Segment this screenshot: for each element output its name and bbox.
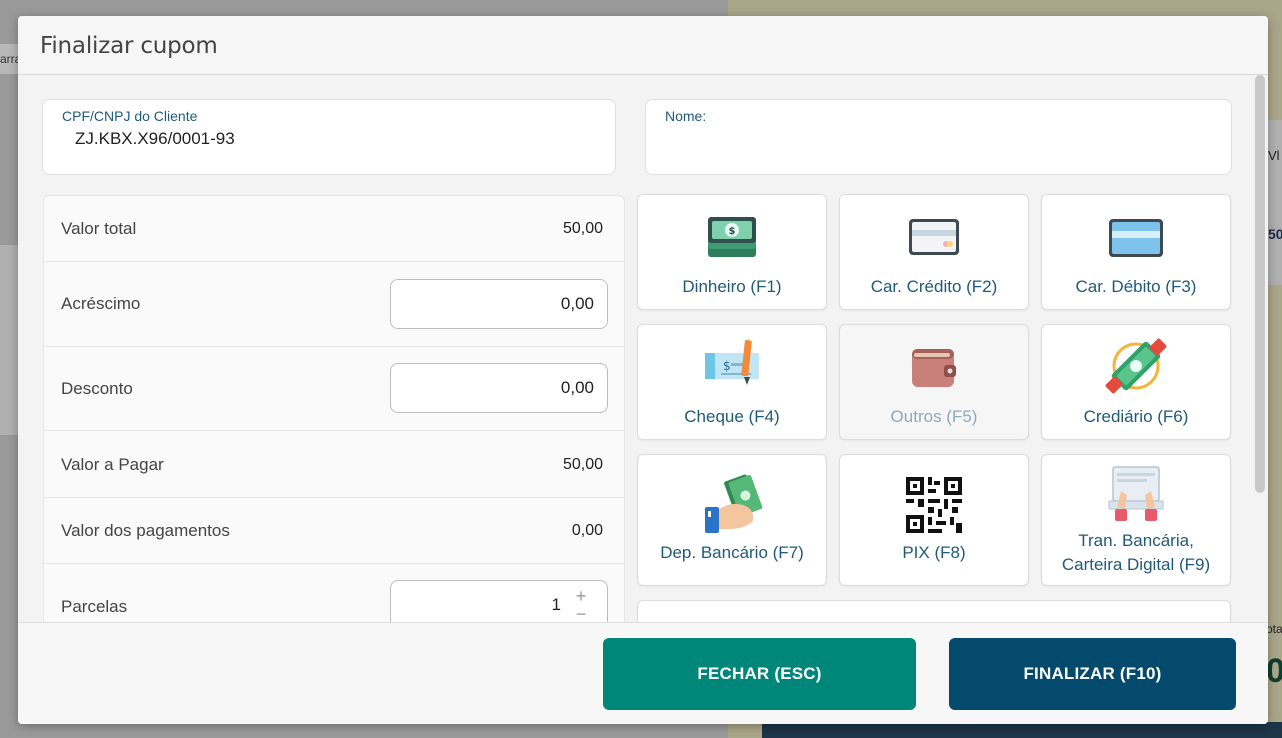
payment-crediario-button[interactable]: Crediário (F6): [1041, 324, 1231, 440]
valor-total-row: Valor total 50,00: [44, 196, 624, 262]
dialog-title: Finalizar cupom: [40, 33, 218, 59]
qr-code-icon: [904, 475, 964, 540]
svg-text:$: $: [723, 359, 731, 373]
acrescimo-input[interactable]: 0,00: [390, 279, 608, 329]
payment-pix-button[interactable]: PIX (F8): [839, 454, 1029, 586]
finish-button[interactable]: FINALIZAR (F10): [949, 638, 1236, 710]
payment-deposito-button[interactable]: Dep. Bancário (F7): [637, 454, 827, 586]
payment-credito-button[interactable]: Car. Crédito (F2): [839, 194, 1029, 310]
payment-transferencia-label-line1: Tran. Bancária,: [1078, 531, 1194, 550]
dialog-body: CPF/CNPJ do Cliente ZJ.KBX.X96/0001-93 N…: [18, 75, 1268, 622]
payment-cheque-button[interactable]: $ Cheque (F4): [637, 324, 827, 440]
payment-extra-row: [637, 600, 1231, 622]
valor-pagamentos-value: 0,00: [571, 522, 603, 539]
wallet-icon: [910, 345, 958, 396]
valor-pagar-value: 50,00: [562, 456, 603, 473]
customer-document-value[interactable]: ZJ.KBX.X96/0001-93: [75, 129, 235, 149]
increment-icon[interactable]: +: [573, 587, 589, 605]
debit-card-icon: [1107, 217, 1165, 264]
background-text: ota: [1266, 622, 1282, 636]
cheque-icon: $: [703, 339, 761, 394]
customer-document-field[interactable]: CPF/CNPJ do Cliente ZJ.KBX.X96/0001-93: [42, 99, 616, 175]
payment-pix-label: PIX (F8): [902, 543, 966, 562]
payment-transferencia-label-line2: Carteira Digital (F9): [1061, 555, 1211, 574]
payment-transferencia-button[interactable]: Tran. Bancária, Carteira Digital (F9): [1041, 454, 1231, 586]
payment-dinheiro-label: Dinheiro (F1): [682, 277, 782, 296]
customer-name-label: Nome:: [665, 108, 707, 124]
valor-total-label: Valor total: [61, 219, 137, 238]
parcelas-stepper[interactable]: + −: [573, 587, 589, 622]
payment-debito-label: Car. Débito (F3): [1075, 277, 1197, 296]
payment-credito-label: Car. Crédito (F2): [870, 277, 998, 296]
cash-icon: $: [706, 213, 758, 266]
digital-wallet-icon: [1107, 465, 1165, 528]
background-text: Vl: [1268, 148, 1280, 163]
dialog-header: Finalizar cupom: [18, 16, 1268, 75]
desconto-label: Desconto: [61, 379, 133, 398]
credit-card-icon: [907, 217, 961, 262]
valor-pagar-row: Valor a Pagar 50,00: [44, 431, 624, 498]
desconto-input[interactable]: 0,00: [390, 363, 608, 413]
parcelas-row: Parcelas 1 + −: [44, 564, 624, 622]
decrement-icon[interactable]: −: [573, 605, 589, 622]
svg-text:$: $: [729, 226, 736, 237]
payment-cheque-label: Cheque (F4): [684, 407, 780, 426]
payment-deposito-label: Dep. Bancário (F7): [660, 543, 804, 562]
bank-deposit-icon: [699, 471, 765, 542]
background-footer-bar: [762, 722, 1282, 738]
background-text: 50: [1268, 226, 1282, 242]
acrescimo-row: Acréscimo 0,00: [44, 262, 624, 347]
finalizar-cupom-dialog: Finalizar cupom CPF/CNPJ do Cliente ZJ.K…: [18, 16, 1268, 724]
payment-outros-button[interactable]: Outros (F5): [839, 324, 1029, 440]
installment-icon: [1103, 335, 1169, 402]
scrollbar[interactable]: [1255, 75, 1265, 493]
close-button[interactable]: FECHAR (ESC): [603, 638, 916, 710]
background-text: 0: [1266, 652, 1282, 690]
valor-pagar-label: Valor a Pagar: [61, 455, 164, 474]
dialog-footer: FECHAR (ESC) FINALIZAR (F10): [18, 622, 1268, 724]
payment-dinheiro-button[interactable]: $ Dinheiro (F1): [637, 194, 827, 310]
desconto-row: Desconto 0,00: [44, 347, 624, 431]
customer-name-field[interactable]: Nome:: [645, 99, 1232, 175]
payment-crediario-label: Crediário (F6): [1083, 407, 1189, 426]
parcelas-input[interactable]: 1 + −: [390, 580, 608, 622]
acrescimo-label: Acréscimo: [61, 294, 141, 313]
totals-panel: Valor total 50,00 Acréscimo 0,00 Descont…: [43, 195, 625, 622]
payment-outros-label: Outros (F5): [890, 407, 978, 426]
valor-pagamentos-row: Valor dos pagamentos 0,00: [44, 498, 624, 564]
customer-document-label: CPF/CNPJ do Cliente: [62, 108, 198, 124]
parcelas-value[interactable]: 1: [552, 595, 561, 614]
valor-total-value: 50,00: [562, 220, 603, 237]
payment-debito-button[interactable]: Car. Débito (F3): [1041, 194, 1231, 310]
valor-pagamentos-label: Valor dos pagamentos: [61, 521, 230, 540]
parcelas-label: Parcelas: [61, 597, 128, 616]
